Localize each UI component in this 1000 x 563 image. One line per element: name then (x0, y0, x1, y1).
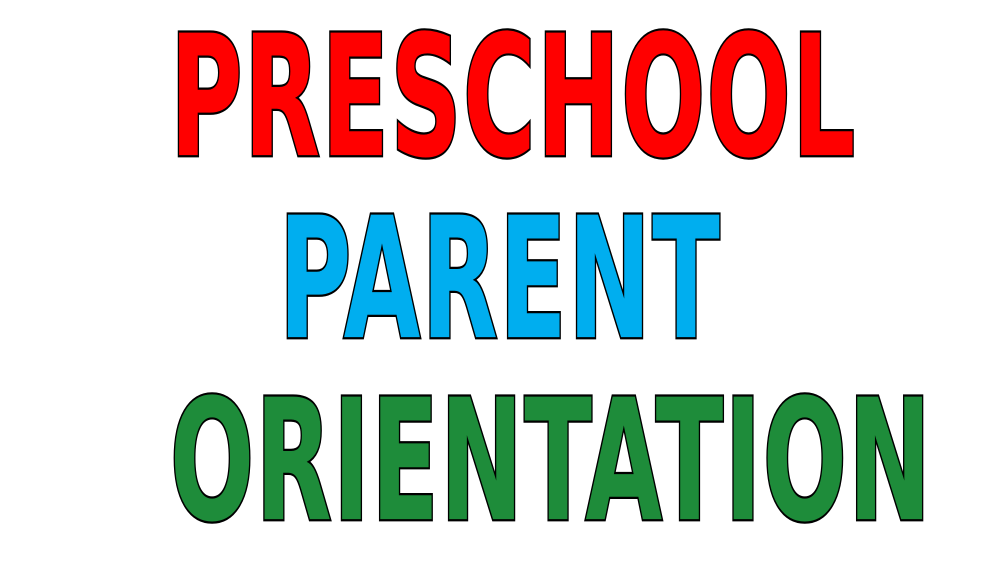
headline-orientation: ORIENTATION (169, 364, 933, 560)
orientation-poster: PRESCHOOL PARENT ORIENTATION (0, 0, 1000, 563)
headline-preschool: PRESCHOOL (169, 0, 857, 196)
headline-parent: PARENT (278, 182, 722, 378)
